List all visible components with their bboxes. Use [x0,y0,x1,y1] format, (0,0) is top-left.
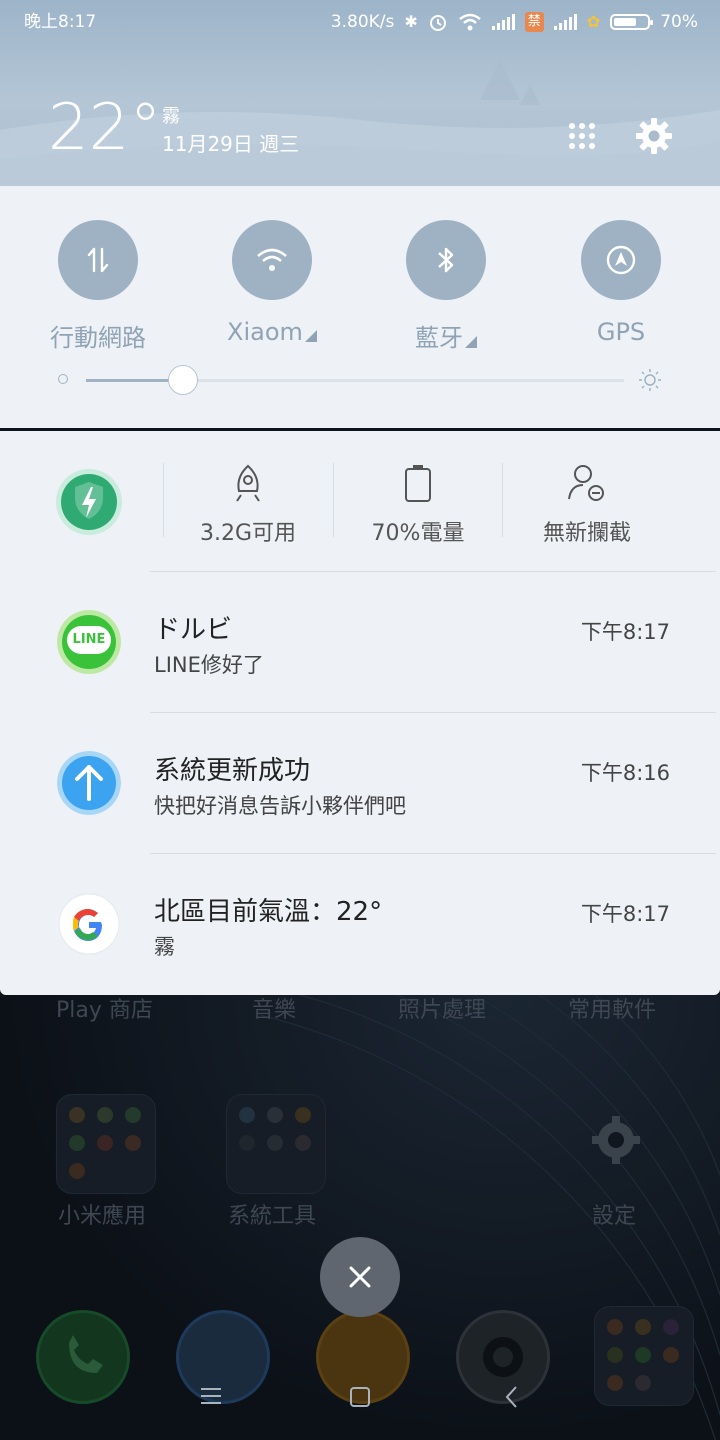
settings-gear-icon[interactable] [634,116,674,156]
status-time: 晚上8:17 [24,12,97,32]
block-user-icon [568,465,604,501]
signal-icon [491,14,515,30]
menu-nav-icon[interactable] [198,1384,224,1408]
dock-folder [594,1306,694,1406]
tool-label: 3.2G可用 [199,521,297,546]
toggle-bluetooth[interactable]: 藍牙 [366,220,526,353]
brightness-slider-thumb[interactable] [167,365,198,395]
security-shield-icon[interactable] [54,467,124,537]
signal-icon-2 [553,14,577,30]
folder-label-system-tools: 系統工具 [228,1204,317,1229]
notification-line[interactable]: LINE ドルビ LINE修好了 下午8:17 [0,572,720,712]
battery-icon [405,465,431,502]
bluetooth-icon [406,220,486,300]
notification-time: 下午8:17 [580,902,670,926]
bluetooth-status-icon: ✱ [404,12,418,31]
toggle-label: 行動網路 [50,324,146,352]
menu-triangle-icon [304,330,317,342]
home-settings-icon [592,1116,640,1164]
tool-label: 無新攔截 [542,521,631,546]
gps-icon [581,220,661,300]
toggle-wifi[interactable]: Xiaom [192,220,352,346]
rocket-icon [236,464,260,502]
weather-temperature[interactable]: 22° [48,88,161,168]
notification-panel: 3.2G可用 70%電量 無新攔截 LINE ドルビ LINE修好了 下午8:1… [0,431,720,995]
brightness-high-icon [639,369,661,391]
home-label-settings: 設定 [592,1204,637,1229]
menu-triangle-icon [465,336,477,348]
notification-time: 下午8:16 [580,761,670,785]
notification-body: LINE修好了 [154,653,264,677]
ban-badge: 禁 [524,12,544,32]
home-label-play-store: Play 商店 [56,998,153,1023]
alarm-icon [429,15,446,31]
tool-battery[interactable]: 70%電量 [333,463,503,547]
wifi-status-icon [459,13,481,31]
net-speed: 3.80K/s [330,12,395,32]
line-icon: LINE [57,610,121,674]
battery-percent: 70% [660,12,698,32]
toggle-gps[interactable]: GPS [541,220,701,346]
close-icon [349,1266,371,1288]
notification-system-update[interactable]: 系統更新成功 快把好消息告訴小夥伴們吧 下午8:16 [0,713,720,853]
weather-date: 11月29日 週三 [162,132,300,156]
flower-icon: ✿ [586,12,601,31]
notification-google-weather[interactable]: 北區目前氣溫：22° 霧 下午8:17 [0,854,720,994]
home-label-common-apps: 常用軟件 [568,998,657,1023]
notification-time: 下午8:17 [580,620,670,644]
tool-label: 70%電量 [371,521,465,546]
notification-title: 系統更新成功 [154,756,311,786]
folder-system-tools [226,1094,326,1194]
notification-title: ドルビ [154,615,233,645]
notification-body: 霧 [154,935,175,959]
brightness-low-icon [58,374,68,384]
tool-memory[interactable]: 3.2G可用 [163,463,333,547]
apps-grid-icon[interactable] [566,120,598,152]
clear-notifications-button[interactable] [320,1237,400,1317]
google-icon [58,893,120,955]
home-label-music: 音樂 [252,998,297,1023]
battery-status-icon [610,14,654,30]
mobile-data-icon [58,220,138,300]
toggle-label: 藍牙 [366,318,526,353]
update-icon [57,751,121,815]
toggle-label: Xiaom [192,318,352,346]
quick-settings-panel: 行動網路 Xiaom 藍牙 GPS [0,186,720,428]
folder-label-mi-apps: 小米應用 [58,1204,147,1229]
toggle-mobile-data[interactable]: 行動網路 [18,220,178,353]
folder-mi-apps [56,1094,156,1194]
notification-header: 晚上8:17 3.80K/s ✱ 禁 ✿ 70% 22° 霧 11月29日 週三 [0,0,720,186]
dock-phone-icon [36,1310,130,1404]
back-nav-icon[interactable] [500,1383,524,1411]
notification-title: 北區目前氣溫：22° [154,897,383,927]
home-label-photo: 照片處理 [398,998,487,1023]
status-icons: 3.80K/s ✱ 禁 ✿ 70% [331,8,698,36]
wifi-icon [232,220,312,300]
notification-body: 快把好消息告訴小夥伴們吧 [154,794,406,818]
toggle-label: GPS [596,318,646,346]
tool-blocked[interactable]: 無新攔截 [502,463,672,547]
weather-condition: 霧 [162,106,180,127]
home-nav-icon[interactable] [348,1385,372,1409]
